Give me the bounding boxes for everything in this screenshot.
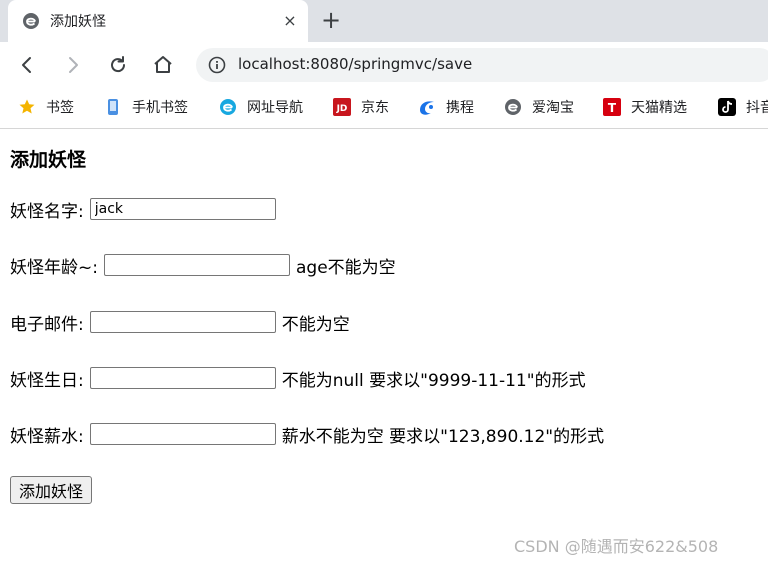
- phone-icon: [108, 99, 118, 115]
- age-label: 妖怪年龄~:: [10, 257, 98, 278]
- back-arrow-icon[interactable]: [14, 52, 40, 78]
- bookmark-label: 网址导航: [247, 100, 303, 116]
- reload-icon[interactable]: [105, 52, 131, 78]
- tmall-icon: T: [603, 98, 621, 116]
- tiktok-icon: [718, 98, 736, 116]
- svg-text:JD: JD: [336, 104, 348, 114]
- bookmark-item[interactable]: 爱淘宝: [504, 96, 574, 118]
- email-error: 不能为空: [281, 314, 350, 335]
- email-label: 电子邮件:: [10, 314, 84, 335]
- watermark: CSDN @随遇而安622&508: [514, 537, 719, 556]
- age-error: age不能为空: [295, 257, 396, 278]
- e-globe-icon: [23, 13, 39, 29]
- submit-button[interactable]: 添加妖怪: [10, 476, 93, 504]
- birthday-error: 不能为null 要求以"9999-11-11"的形式: [281, 370, 586, 391]
- bookmark-item[interactable]: 书签: [18, 96, 74, 118]
- tab-title: 添加妖怪: [50, 14, 106, 30]
- page-title: 添加妖怪: [10, 149, 87, 171]
- address-bar[interactable]: localhost:8080/springmvc/save: [196, 48, 768, 82]
- e-globe-icon: [505, 99, 521, 115]
- bookmark-label: 抖音: [746, 100, 768, 116]
- bookmark-label: 爱淘宝: [532, 100, 574, 116]
- form-row-salary: 妖怪薪水: 薪水不能为空 要求以"123,890.12"的形式: [10, 421, 604, 447]
- birthday-input[interactable]: [89, 367, 276, 389]
- close-icon[interactable]: ×: [280, 11, 300, 31]
- forward-arrow-icon[interactable]: [60, 52, 86, 78]
- form-row-age: 妖怪年龄~: age不能为空: [10, 252, 396, 278]
- salary-error: 薪水不能为空 要求以"123,890.12"的形式: [281, 426, 605, 447]
- active-tab[interactable]: 添加妖怪 ×: [8, 0, 308, 42]
- bookmark-item[interactable]: 手机书签: [104, 96, 188, 118]
- jd-icon: JD: [333, 98, 351, 116]
- bookmark-label: 书签: [46, 100, 74, 116]
- form-row-name: 妖怪名字:: [10, 196, 276, 222]
- star-icon: [19, 99, 35, 114]
- bookmark-item[interactable]: T 天猫精选: [603, 96, 687, 118]
- bookmark-item[interactable]: 网址导航: [219, 96, 303, 118]
- birthday-label: 妖怪生日:: [10, 370, 84, 391]
- age-input[interactable]: [103, 254, 290, 276]
- bookmark-label: 手机书签: [132, 100, 188, 116]
- url-text[interactable]: localhost:8080/springmvc/save: [238, 55, 472, 73]
- salary-label: 妖怪薪水:: [10, 426, 84, 447]
- name-input[interactable]: [89, 198, 276, 220]
- form-row-birthday: 妖怪生日: 不能为null 要求以"9999-11-11"的形式: [10, 365, 586, 391]
- home-icon[interactable]: [150, 52, 176, 78]
- bookmark-item[interactable]: JD 京东: [333, 96, 389, 118]
- name-label: 妖怪名字:: [10, 201, 84, 222]
- form-row-email: 电子邮件: 不能为空: [10, 309, 350, 335]
- bookmark-label: 京东: [361, 100, 389, 116]
- email-input[interactable]: [89, 311, 276, 333]
- e-globe-icon: [220, 99, 236, 115]
- bookmark-item[interactable]: 抖音: [718, 96, 768, 118]
- bookmarks-bar: 书签 手机书签 网址导航 JD 京东 携程 爱淘宝 T 天猫精选 抖音: [0, 88, 768, 129]
- page-content: 添加妖怪 妖怪名字: 妖怪年龄~: age不能为空 电子邮件: 不能为空 妖怪生…: [0, 129, 768, 563]
- salary-input[interactable]: [89, 423, 276, 445]
- browser-toolbar: localhost:8080/springmvc/save: [0, 42, 768, 88]
- bookmark-item[interactable]: 携程: [418, 96, 474, 118]
- svg-text:T: T: [608, 101, 617, 115]
- ctrip-icon: [420, 101, 434, 115]
- new-tab-icon[interactable]: +: [318, 8, 344, 34]
- bookmark-label: 天猫精选: [631, 100, 687, 116]
- bookmark-label: 携程: [446, 100, 474, 116]
- tab-strip: 添加妖怪 × +: [0, 0, 768, 42]
- info-icon[interactable]: [208, 56, 226, 74]
